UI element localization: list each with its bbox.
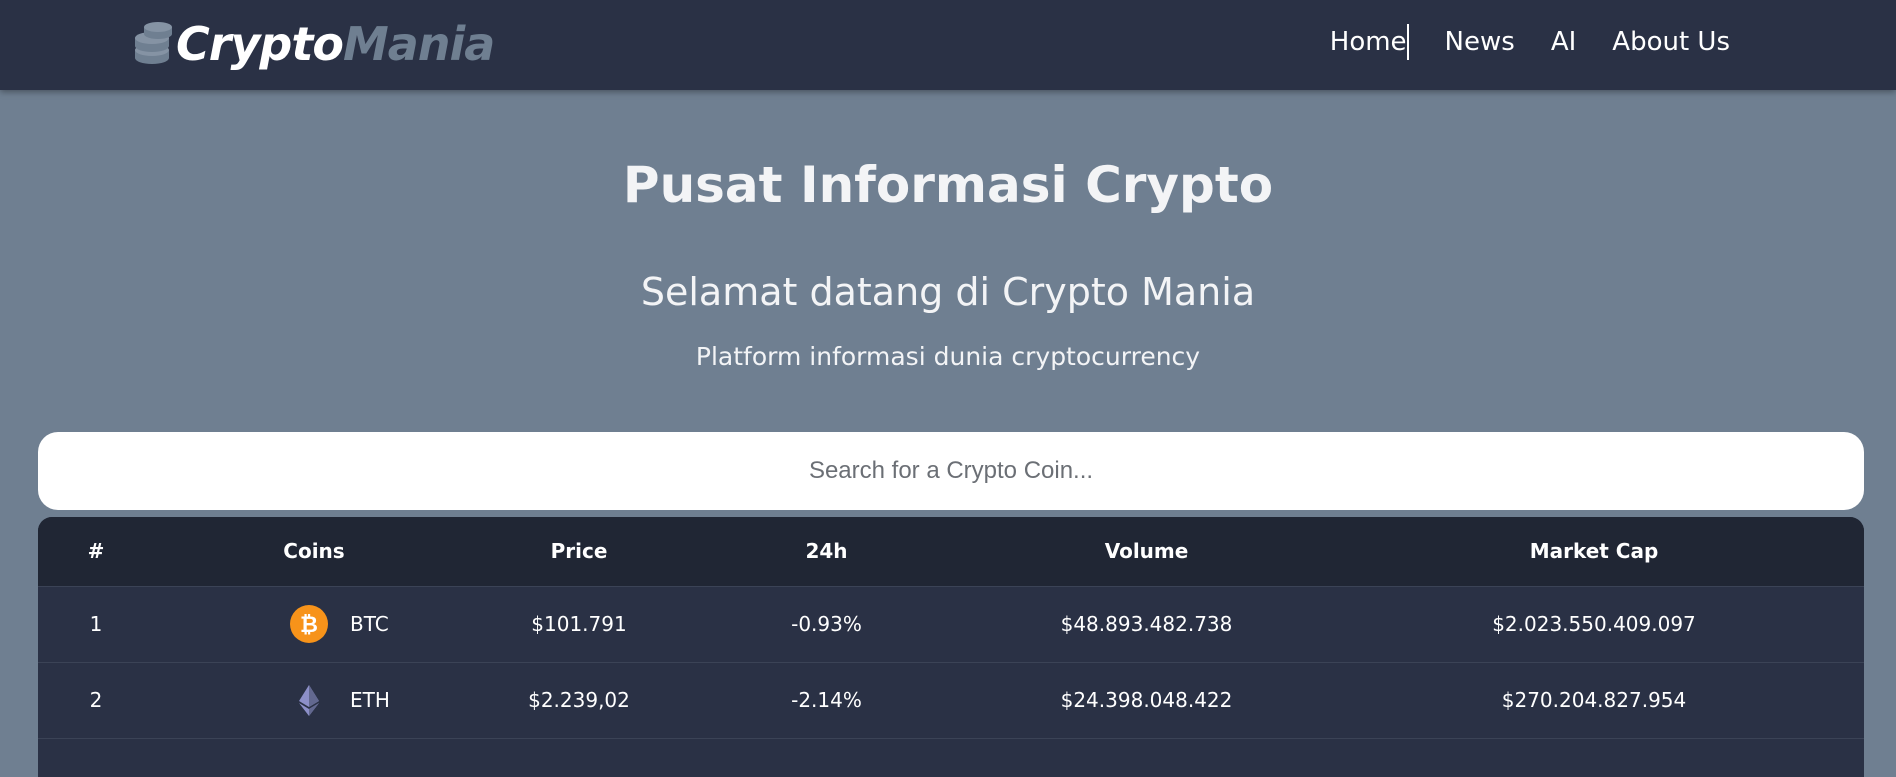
coin-search-input[interactable]	[38, 432, 1864, 510]
svg-text:₿: ₿	[300, 613, 318, 638]
header-24h: 24h	[684, 517, 969, 587]
bitcoin-icon: ₿	[290, 605, 328, 643]
nav-link-ai[interactable]: AI	[1551, 24, 1576, 60]
coins-stack-icon	[135, 22, 172, 64]
nav-link-news[interactable]: News	[1445, 24, 1515, 60]
top-navbar: CryptoMania Home News AI About Us	[0, 0, 1896, 90]
coin-cell: ETH	[154, 662, 474, 739]
crypto-table: # Coins Price 24h Volume Market Cap 1 ₿ …	[38, 517, 1864, 739]
brand-name-part1: Crypto	[176, 17, 344, 71]
volume-cell: $48.893.482.738	[969, 586, 1324, 663]
ethereum-icon	[299, 685, 319, 716]
header-coins: Coins	[154, 517, 474, 587]
change-24h-cell: -2.14%	[684, 662, 969, 739]
coin-symbol: BTC	[350, 612, 389, 636]
tagline: Platform informasi dunia cryptocurrency	[695, 342, 1201, 371]
table-header-row: # Coins Price 24h Volume Market Cap	[38, 517, 1864, 587]
price-cell: $2.239,02	[474, 662, 684, 739]
header-price: Price	[474, 517, 684, 587]
nav-link-about-us[interactable]: About Us	[1612, 24, 1730, 60]
coin-symbol: ETH	[350, 688, 390, 712]
brand-name-part2: Mania	[342, 17, 495, 71]
table-row[interactable]: 1 ₿ BTC $101.791 -0.93% $48.893.482.738 …	[38, 586, 1864, 663]
header-volume: Volume	[969, 517, 1324, 587]
welcome-subtitle: Selamat datang di Crypto Mania	[640, 270, 1256, 314]
change-24h-cell: -0.93%	[684, 586, 969, 663]
coin-cell: ₿ BTC	[154, 586, 474, 663]
header-market-cap: Market Cap	[1324, 517, 1864, 587]
header-rank: #	[38, 517, 154, 587]
brand-name: CryptoMania	[176, 16, 495, 72]
page-title: Pusat Informasi Crypto	[622, 156, 1274, 214]
market-cap-cell: $270.204.827.954	[1324, 662, 1864, 739]
brand-logo[interactable]: CryptoMania	[132, 16, 495, 72]
price-cell: $101.791	[474, 586, 684, 663]
rank-cell: 2	[38, 662, 154, 739]
table-row[interactable]: 2 ETH $2.239,02 -2.14% $24.398.048.422 $…	[38, 662, 1864, 739]
nav-link-home[interactable]: Home	[1330, 24, 1409, 60]
nav-menu: Home News AI About Us	[1330, 24, 1730, 60]
crypto-table-container: # Coins Price 24h Volume Market Cap 1 ₿ …	[38, 517, 1864, 777]
volume-cell: $24.398.048.422	[969, 662, 1324, 739]
rank-cell: 1	[38, 586, 154, 663]
market-cap-cell: $2.023.550.409.097	[1324, 586, 1864, 663]
